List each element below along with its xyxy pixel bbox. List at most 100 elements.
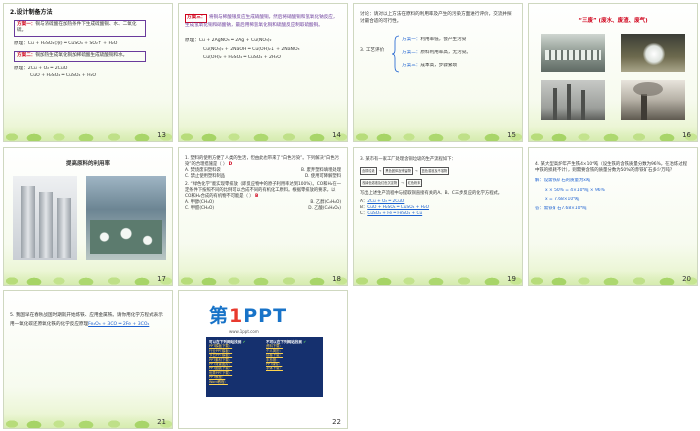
slide-number: 13 bbox=[157, 131, 166, 139]
grass-decoration bbox=[179, 127, 347, 141]
grass-decoration bbox=[4, 271, 172, 285]
water-treatment-photo bbox=[86, 176, 166, 260]
item-label: 方案二： bbox=[402, 50, 421, 56]
flow-diagram-row2: 浅绿色溶液及红色沉淀物 → 红色粉末 bbox=[360, 179, 516, 187]
arrow-icon: → bbox=[401, 181, 404, 185]
item-text: 利用率低，会产生污染 bbox=[420, 37, 467, 43]
slide-thumbnail-16[interactable]: “三废” (废水、废渣、废气) 16 bbox=[528, 3, 698, 142]
equation: 原理：Cu + 2AgNO₃ ═ 2Ag + Cu(NO₃)₂ bbox=[185, 38, 272, 44]
answer-equation: 2Cu + O₂ ═ 2CuO bbox=[367, 199, 405, 204]
wastewater-photo bbox=[541, 34, 605, 72]
flow-node: 红色粉末 bbox=[405, 179, 423, 187]
slide-body: 1. 塑料的使用方便了人类的生活，但由此也带来了“白色污染”。下列解决“白色污染… bbox=[185, 154, 341, 269]
flow-node: 含铜垃圾 bbox=[360, 167, 377, 175]
plan-label: 方案三： bbox=[185, 14, 208, 23]
plan-label: 方案二： bbox=[17, 53, 36, 59]
resource-link[interactable]: 字体下载： bbox=[266, 366, 322, 370]
slide-title: 2.设计制备方法 bbox=[10, 9, 53, 16]
equation: CuO + H₂SO₄ ═ CuSO₄ + H₂O bbox=[30, 72, 97, 78]
slide-thumbnail-15[interactable]: 讨论：请对以上方法在原料的利用率及产生的污染方面进行评价，交流并探讨最合适的可行… bbox=[353, 3, 523, 142]
plan-text: 将铜与稀酸银反应生成硝酸铜，然后将硝酸铜和氢氧化钠反应，生成氢氧化铜和硝酸钠，最… bbox=[185, 15, 338, 28]
discussion-text: 讨论：请对以上方法在原料的利用率及产生的污染方面进行评价，交流并探讨最合适的可行… bbox=[360, 12, 512, 24]
plan-box: 方案一：铜与浓硫酸在加热条件下生成硫酸铜、水、二氧化硫。 bbox=[14, 19, 146, 37]
question-text: 4. 某大型高炉年产生铁4×10⁴吨（设生铁的含铁质量分数为96%，在冶炼过程中… bbox=[535, 162, 688, 174]
slide-thumbnail-17[interactable]: 提高原料的利用率 17 bbox=[3, 147, 173, 286]
question-text: 5. 我国早在春秋战国时期就开始炼铁、应用金属铁。请你用化学方程式表示用一氧化碳… bbox=[10, 313, 163, 327]
slide-number: 17 bbox=[157, 275, 166, 283]
flow-diagram: 含铜垃圾 → 黑色固体及残留物 → 蓝色溶液及不溶物 bbox=[360, 167, 516, 175]
slide-thumbnail-13[interactable]: 2.设计制备方法 方案一：铜与浓硫酸在加热条件下生成硫酸铜、水、二氧化硫。 原理… bbox=[3, 3, 173, 142]
slide-title: “三废” (废水、废渣、废气) bbox=[578, 18, 648, 24]
question-text: 2. “绿色化学”能实现零排放（即反应物中的原子利用率达到100%）。CO和H₂… bbox=[185, 182, 341, 199]
smokestack-photo bbox=[541, 80, 605, 120]
question-text: 3. 某市有一家工厂处理含铜垃圾的生产流程如下： bbox=[360, 157, 456, 162]
slide-number: 20 bbox=[682, 275, 691, 283]
slide-number: 22 bbox=[332, 418, 341, 426]
slide-title: 提高原料的利用率 bbox=[65, 161, 110, 167]
options-row: C. 甲醛(CH₂O) D. 乙酸(C₂H₄O₂) bbox=[185, 206, 341, 212]
flow-node: 蓝色溶液及不溶物 bbox=[419, 167, 450, 175]
slide-thumbnail-18[interactable]: 1. 塑料的使用方便了人类的生活，但由此也带来了“白色污染”。下列解决“白色污染… bbox=[178, 147, 348, 286]
slide-thumbnail-14[interactable]: 方案三： 将铜与稀酸银反应生成硝酸铜，然后将硝酸铜和氢氧化钠反应，生成氢氧化铜和… bbox=[178, 3, 348, 142]
solution-line: x × 50% = 4×10⁴吨 × 96% bbox=[545, 187, 605, 193]
item-text: 成本高，步骤繁琐 bbox=[420, 63, 458, 69]
answer-mark: B bbox=[254, 194, 259, 199]
option: D. 乙酸(C₂H₄O₂) bbox=[308, 206, 341, 211]
solution-line: 答：需铁矿石7.68×10⁴吨 bbox=[535, 206, 587, 212]
option: C. 禁止使用塑料制品 bbox=[185, 174, 226, 179]
slide-thumbnail-21[interactable]: 5. 我国早在春秋战国时期就开始炼铁、应用金属铁。请你用化学方程式表示用一氧化碳… bbox=[3, 290, 173, 429]
brand-logo: 第1PPT bbox=[209, 305, 288, 327]
slide-body: 讨论：请对以上方法在原料的利用率及产生的污染方面进行评价，交流并探讨最合适的可行… bbox=[360, 10, 516, 125]
waste-outflow-photo bbox=[621, 34, 685, 72]
grass-decoration bbox=[354, 127, 522, 141]
item-label: 方案一： bbox=[402, 37, 421, 43]
equation: 原理：2Cu + O₂ ═ 2CuO bbox=[14, 65, 68, 71]
arrow-icon: → bbox=[414, 169, 418, 173]
slide-thumbnail-20[interactable]: 4. 某大型高炉年产生铁4×10⁴吨（设生铁的含铁质量分数为96%，在冶炼过程中… bbox=[528, 147, 698, 286]
factory-photo bbox=[13, 176, 77, 260]
grass-decoration bbox=[529, 271, 697, 285]
plan-label: 方案一： bbox=[17, 21, 36, 27]
grass-decoration bbox=[4, 414, 172, 428]
options-row: C. 禁止使用塑料制品 D. 使用可降解塑料 bbox=[185, 174, 341, 180]
item-text: 原料利用率高，无污染。 bbox=[420, 50, 471, 56]
answer-equation: CuSO₄ + Fe ═ FeSO₄ + Cu bbox=[367, 211, 423, 216]
slide-thumbnail-19[interactable]: 3. 某市有一家工厂处理含铜垃圾的生产流程如下： 含铜垃圾 → 黑色固体及残留物 →… bbox=[353, 147, 523, 286]
flow-node: 黑色固体及残留物 bbox=[383, 167, 413, 175]
flow-node: 浅绿色溶液及红色沉淀物 bbox=[360, 179, 400, 187]
grass-decoration bbox=[529, 127, 697, 141]
evaluation-item: 方案一：利用率低，会产生污染 bbox=[402, 37, 466, 44]
slide-thumbnail-22[interactable]: 第1PPT www.1ppt.com 可以在下列网站找到 ✔ PPT模板下载： … bbox=[178, 290, 348, 429]
slide-number: 18 bbox=[332, 275, 341, 283]
answer-line: C：CuSO₄ + Fe ═ FeSO₄ + Cu bbox=[360, 211, 423, 216]
solution-line: x = 7.68×10⁴吨 bbox=[545, 196, 580, 202]
evaluation-item: 方案三：成本高，步骤繁琐 bbox=[402, 63, 457, 70]
item-label: 方案三： bbox=[402, 63, 421, 69]
brand-url: www.1ppt.com bbox=[229, 329, 259, 334]
plan-text: 铜与浓硫酸在加热条件下生成硫酸铜、水、二氧化硫。 bbox=[17, 21, 137, 34]
plan-paragraph: 方案三： 将铜与稀酸银反应生成硝酸铜，然后将硝酸铜和氢氧化钠反应，生成氢氧化铜和… bbox=[185, 14, 341, 29]
equation: Cu(OH)₂ + H₂SO₄ ═ CuSO₄ + 2H₂O bbox=[203, 55, 281, 61]
arrow-icon: → bbox=[378, 169, 382, 173]
evaluation-block: 3. 工艺评价 方案一：利用率低，会产生污染 方案二：原料利用率高，无污染。 方… bbox=[360, 35, 516, 75]
air-pollution-photo bbox=[621, 80, 685, 120]
slide-number: 14 bbox=[332, 131, 341, 139]
evaluation-item: 方案二：原料利用率高，无污染。 bbox=[402, 50, 471, 57]
brace-icon bbox=[392, 35, 400, 73]
equation: Cu(NO₃)₂ + 2NaOH ═ Cu(OH)₂↓ + 2NaNO₃ bbox=[203, 46, 300, 52]
slide-number: 16 bbox=[682, 131, 691, 139]
slide-body: 5. 我国早在春秋战国时期就开始炼铁、应用金属铁。请你用化学方程式表示用一氧化碳… bbox=[10, 297, 166, 412]
question-text: 1. 塑料的使用方便了人类的生活，但由此也带来了“白色污染”。下列解决“白色污染… bbox=[185, 156, 339, 167]
slide-sorter-grid: 2.设计制备方法 方案一：铜与浓硫酸在加热条件下生成硫酸铜、水、二氧化硫。 原理… bbox=[0, 0, 700, 431]
resource-column-left: 可以在下列网站找到 ✔ PPT模板下载： 行业PPT模板： 节日PPT模板： P… bbox=[209, 340, 265, 384]
slide-body: 方案三： 将铜与稀酸银反应生成硝酸铜，然后将硝酸铜和氢氧化钠反应，生成氢氧化铜和… bbox=[185, 10, 341, 125]
slide-body: 2.设计制备方法 方案一：铜与浓硫酸在加热条件下生成硫酸铜、水、二氧化硫。 原理… bbox=[10, 9, 166, 125]
section-heading: 3. 工艺评价 bbox=[360, 48, 385, 54]
slide-body: 4. 某大型高炉年产生铁4×10⁴吨（设生铁的含铁质量分数为96%，在冶炼过程中… bbox=[535, 154, 691, 269]
resource-link[interactable]: Word教程： bbox=[209, 380, 265, 384]
slide-body: 3. 某市有一家工厂处理含铜垃圾的生产流程如下： 含铜垃圾 → 黑色固体及残留物 →… bbox=[360, 154, 516, 269]
equation: 原理：Cu + H₂SO₄(浓) ═ CuSO₄ + SO₂↑ + H₂O bbox=[14, 40, 118, 46]
resource-panel: 可以在下列网站找到 ✔ PPT模板下载： 行业PPT模板： 节日PPT模板： P… bbox=[206, 337, 323, 397]
plan-text: 铜加热生成氧化铜加稀硫酸生成硫酸铜和水。 bbox=[35, 53, 128, 59]
slide-number: 15 bbox=[507, 131, 516, 139]
